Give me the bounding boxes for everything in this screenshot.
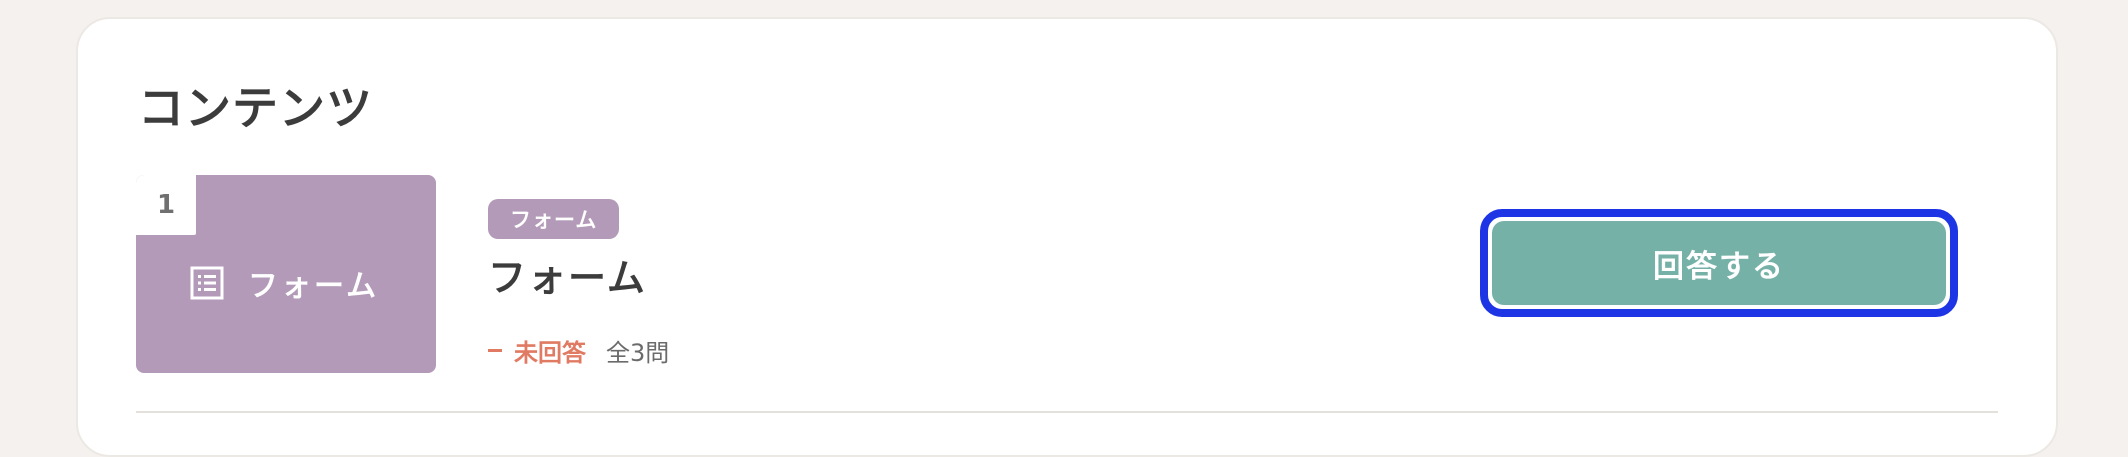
content-thumbnail[interactable]: 1 フォーム [136,175,436,373]
list-form-icon [190,266,224,300]
status-text: 未回答 [514,339,586,367]
answer-button-focus-ring: 回答する [1480,209,1958,317]
item-meta: 未回答 全3問 [488,333,669,368]
status-dash-icon [488,349,502,352]
answer-button[interactable]: 回答する [1492,221,1946,305]
type-badge: フォーム [488,199,620,239]
item-number: 1 [136,175,196,235]
question-count: 全3問 [606,339,670,367]
divider [136,411,1998,413]
status-label: 未回答 [488,333,586,368]
contents-card: コンテンツ 1 フォーム フォーム フォーム 未回答 全3問 回答する [76,17,2058,457]
item-title[interactable]: フォーム [488,259,647,297]
section-title: コンテンツ [138,81,373,135]
thumbnail-content: フォーム [190,261,379,305]
thumbnail-label: フォーム [248,269,380,304]
